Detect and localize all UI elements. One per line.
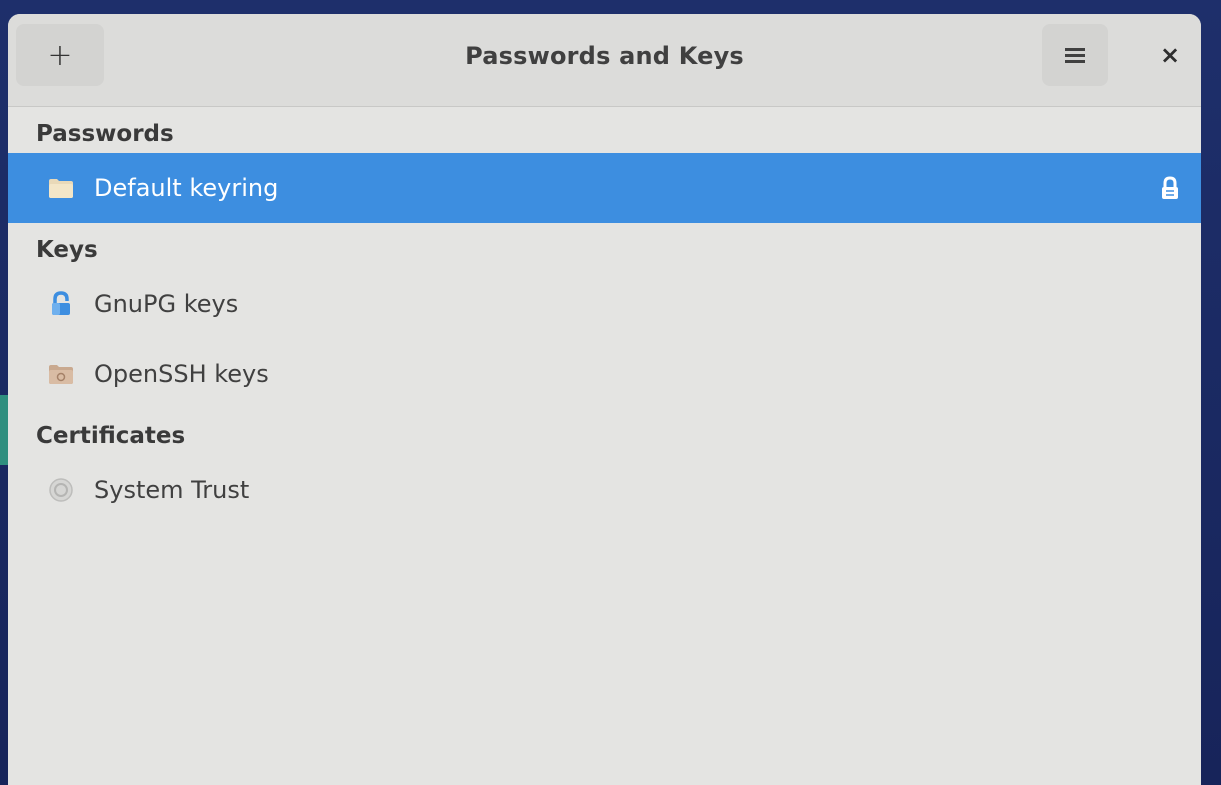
- section-header-passwords: Passwords: [36, 121, 174, 147]
- main-menu-button[interactable]: [1042, 24, 1108, 86]
- close-button[interactable]: ×: [1144, 24, 1196, 86]
- sidebar-item-label: OpenSSH keys: [94, 360, 269, 388]
- header-bar: + Passwords and Keys ×: [8, 14, 1201, 107]
- close-icon: ×: [1159, 41, 1181, 69]
- openssh-folder-icon: [46, 361, 76, 387]
- certificate-icon: [46, 477, 76, 503]
- passwords-and-keys-window: + Passwords and Keys × Passwords Default…: [8, 14, 1201, 785]
- hamburger-menu-icon: [1065, 45, 1085, 66]
- sidebar-item-openssh-keys[interactable]: OpenSSH keys: [8, 339, 1201, 409]
- section-header-certificates: Certificates: [36, 423, 186, 449]
- sidebar-item-label: System Trust: [94, 476, 250, 504]
- sidebar-item-gnupg-keys[interactable]: GnuPG keys: [8, 269, 1201, 339]
- sidebar-item-label: Default keyring: [94, 174, 279, 202]
- sidebar-item-system-trust[interactable]: System Trust: [8, 455, 1201, 525]
- desktop: + Passwords and Keys × Passwords Default…: [0, 0, 1221, 785]
- section-header-keys: Keys: [36, 237, 98, 263]
- sidebar-item-default-keyring[interactable]: Default keyring: [8, 153, 1201, 223]
- gnupg-key-icon: [46, 291, 76, 317]
- lock-icon[interactable]: [1157, 175, 1183, 201]
- window-title: Passwords and Keys: [465, 42, 744, 70]
- sidebar-item-label: GnuPG keys: [94, 290, 239, 318]
- folder-keyring-icon: [46, 175, 76, 201]
